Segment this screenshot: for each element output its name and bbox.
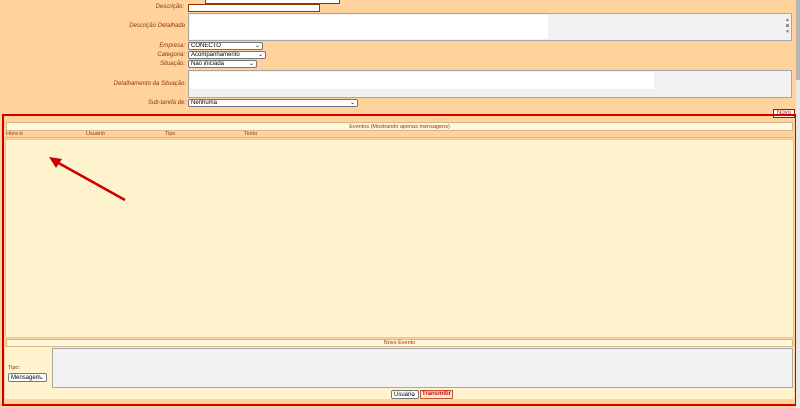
- subtarefa-select[interactable]: Nenhuma ⌄: [188, 99, 358, 107]
- column-usuario[interactable]: Usuário: [86, 131, 105, 137]
- descricao-input[interactable]: [188, 4, 320, 12]
- eventos-list: [5, 139, 794, 338]
- descricao-detalhada-label: Descrição Detalhada: [129, 23, 185, 29]
- column-hora[interactable]: Hora⊖: [6, 131, 23, 137]
- empresa-value: CONECTO: [191, 43, 221, 49]
- tipo-label: Tipo:: [8, 365, 21, 371]
- subtarefa-value: Nenhuma: [191, 100, 218, 106]
- chevron-down-icon: ⌄: [257, 52, 263, 58]
- sort-down-icon: ⊖: [18, 131, 24, 137]
- tipo-value: Mensagem: [11, 375, 41, 381]
- situacao-label: Situação:: [159, 61, 185, 67]
- categoria-label: Categoria:: [157, 52, 185, 58]
- situacao-value: Não iniciada: [191, 61, 225, 67]
- chevron-down-icon: ⌄: [410, 392, 416, 398]
- eventos-column-headers: Hora⊖ Usuário Tipo Texto: [4, 131, 794, 138]
- eventos-header: Eventos (Mostrando apenas mensagens): [6, 122, 793, 131]
- chevron-down-icon: ⌄: [248, 61, 254, 67]
- subtarefa-label: Sub-tarefa de:: [147, 100, 186, 106]
- column-hora-label: Hora: [6, 131, 18, 137]
- detalhamento-label: Detalhamento da Situação:: [113, 81, 186, 87]
- column-tipo[interactable]: Tipo: [165, 131, 176, 137]
- column-texto[interactable]: Texto: [244, 131, 257, 137]
- situacao-select[interactable]: Não iniciada ⌄: [188, 60, 257, 68]
- transmit-button[interactable]: Transmitir: [420, 390, 453, 399]
- scrollbar-thumb[interactable]: [796, 0, 800, 80]
- novo-evento-textarea[interactable]: [52, 348, 793, 388]
- page-scrollbar[interactable]: [796, 0, 800, 408]
- recipient-select[interactable]: Usuário ⌄: [391, 390, 419, 399]
- chevron-down-icon: ⌄: [38, 375, 44, 381]
- descricao-detalhada-textarea[interactable]: ▲ ◙ ▼: [188, 13, 792, 41]
- tipo-select[interactable]: Mensagem ⌄: [8, 373, 47, 382]
- categoria-select[interactable]: Acompanhamento ⌄: [188, 51, 266, 59]
- chevron-down-icon: ⌄: [254, 43, 260, 49]
- empresa-select[interactable]: CONECTO ⌄: [188, 42, 263, 50]
- detalhamento-textarea[interactable]: [188, 70, 792, 98]
- categoria-value: Acompanhamento: [191, 52, 240, 58]
- empresa-label: Empresa:: [159, 43, 185, 49]
- descricao-label: Descrição:: [155, 4, 184, 10]
- novo-evento-header: Novo Evento: [6, 339, 793, 347]
- chevron-down-icon: ⌄: [349, 100, 355, 106]
- textarea-scroll-icon[interactable]: ▲ ◙ ▼: [785, 17, 790, 37]
